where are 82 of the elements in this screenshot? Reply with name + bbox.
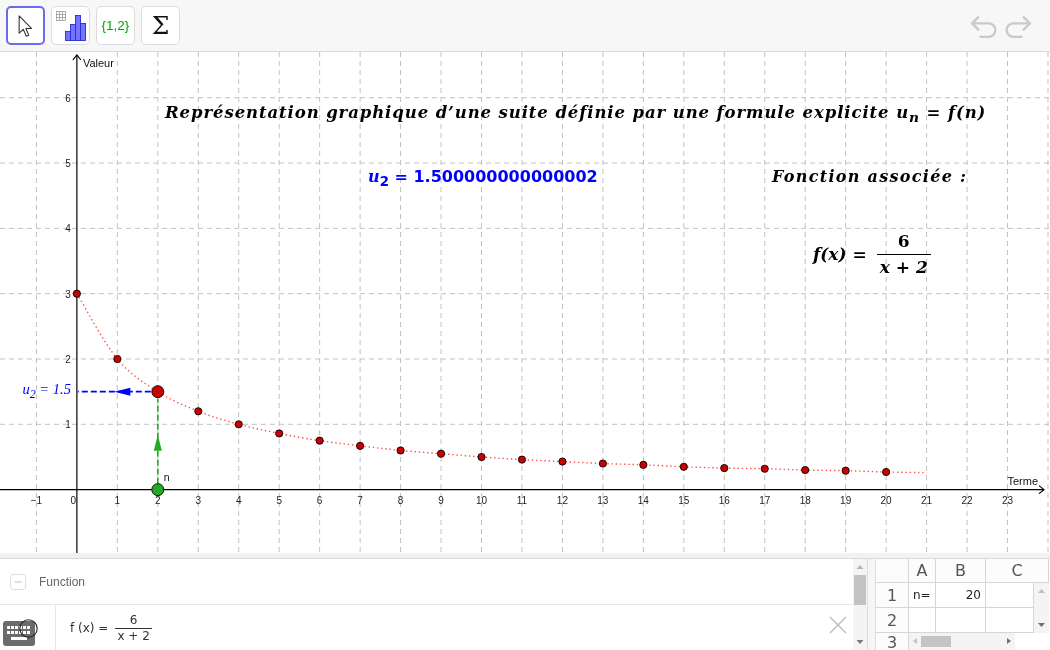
- group-label: Function: [39, 574, 86, 589]
- point-label: n: [163, 470, 170, 483]
- data-point[interactable]: [275, 429, 284, 438]
- data-point[interactable]: [151, 483, 165, 497]
- tick-label: 22: [961, 494, 973, 506]
- tick-label: 20: [880, 494, 892, 506]
- table-cell[interactable]: [986, 583, 1034, 608]
- data-point[interactable]: [558, 457, 567, 466]
- data-point[interactable]: [517, 455, 527, 464]
- data-point[interactable]: [639, 460, 648, 469]
- data-point[interactable]: [315, 436, 324, 445]
- term-value-text: u$_{2}$ = 1.500000000000002: [368, 166, 598, 192]
- tick-label: 0: [70, 494, 77, 506]
- data-point[interactable]: [113, 354, 122, 364]
- sum-tool-button[interactable]: Σ: [141, 6, 180, 45]
- redo-icon: [1004, 15, 1032, 39]
- row-header[interactable]: 1: [876, 583, 909, 608]
- undo-icon: [970, 15, 998, 39]
- tick-label: 2: [65, 354, 71, 365]
- data-point[interactable]: [437, 449, 446, 458]
- tick-label: 6: [65, 92, 71, 104]
- data-point[interactable]: [234, 420, 243, 429]
- tick-label: 11: [516, 494, 528, 506]
- data-point[interactable]: [760, 464, 769, 473]
- tick-label: 4: [65, 223, 71, 235]
- tick-label: 2: [155, 494, 161, 506]
- tick-label: 8: [397, 494, 404, 506]
- chart-tool-button[interactable]: [51, 6, 90, 45]
- keyboard-icon[interactable]: [3, 621, 35, 646]
- data-point[interactable]: [841, 466, 850, 475]
- axis-title: Terme: [1007, 474, 1038, 487]
- scrollbar[interactable]: [853, 559, 867, 650]
- tick-label: 12: [556, 494, 568, 506]
- table-cell[interactable]: 20: [936, 583, 986, 608]
- axis-title: Valeur: [82, 57, 114, 69]
- column-header[interactable]: C: [986, 559, 1049, 583]
- function-heading: Fonction associée :: [772, 166, 968, 188]
- close-icon: [829, 616, 847, 634]
- tick-label: 14: [637, 494, 649, 506]
- tick-label: 13: [597, 494, 609, 506]
- data-point[interactable]: [882, 467, 891, 477]
- tick-label: 17: [759, 494, 771, 506]
- circle-icon[interactable]: [19, 619, 38, 638]
- data-point[interactable]: [72, 289, 81, 298]
- data-point[interactable]: [801, 466, 810, 475]
- column-header[interactable]: B: [936, 559, 986, 583]
- column-header[interactable]: A: [909, 559, 936, 583]
- data-point[interactable]: [151, 385, 165, 399]
- tick-label: 1: [65, 419, 71, 431]
- data-point[interactable]: [194, 407, 203, 416]
- data-point[interactable]: [477, 452, 486, 462]
- graph-title: Représentation graphique d’une suite définie par une formule explicite u$_{n}$ = f(n): [165, 102, 987, 128]
- tick-label: 3: [195, 494, 202, 506]
- tick-label: 3: [65, 288, 71, 300]
- row-header[interactable]: 2: [876, 608, 909, 633]
- pointer-icon: [18, 14, 33, 37]
- tick-label: 19: [840, 494, 852, 506]
- data-point[interactable]: [720, 464, 729, 473]
- table-cell[interactable]: n=: [909, 583, 936, 608]
- tick-label: 5: [65, 158, 71, 170]
- tick-label: 10: [475, 494, 488, 506]
- scrollbar[interactable]: [1034, 583, 1049, 633]
- value-label: u$_{2}$ = 1.5: [22, 382, 71, 402]
- data-point[interactable]: [679, 462, 688, 471]
- bar-chart-icon: [55, 10, 86, 41]
- tick-label: 1: [114, 494, 121, 506]
- tick-label: 16: [718, 494, 730, 506]
- pointer-tool-button[interactable]: [6, 6, 45, 45]
- tick-label: 15: [678, 494, 690, 506]
- tick-label: 23: [1001, 494, 1014, 506]
- tick-label: 5: [276, 494, 282, 506]
- data-point[interactable]: [598, 459, 607, 468]
- tick-label: −1: [30, 494, 43, 506]
- scrollbar[interactable]: [909, 633, 1015, 650]
- tick-label: 18: [799, 494, 811, 506]
- tick-label: 6: [316, 494, 323, 506]
- tick-label: 4: [235, 494, 242, 506]
- tick-label: 7: [357, 494, 363, 506]
- data-point[interactable]: [356, 441, 365, 450]
- tick-label: 9: [438, 494, 444, 506]
- tick-label: 21: [921, 494, 933, 506]
- data-point[interactable]: [396, 446, 405, 455]
